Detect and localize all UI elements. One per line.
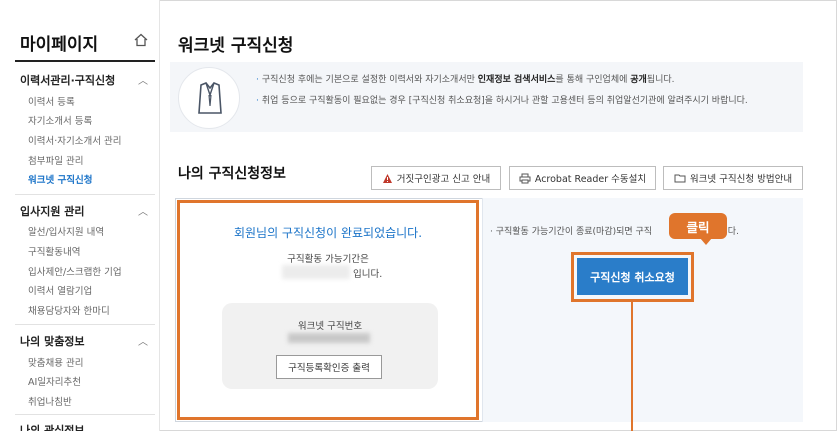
sidebar-section-apply[interactable]: 입사지원 관리 (20, 203, 85, 219)
sidebar: 마이페이지 이력서관리·구직신청 ︿ 이력서 등록 자기소개서 등록 이력서·자… (0, 0, 160, 431)
sidebar-item[interactable]: 알선/입사지원 내역 (28, 224, 104, 238)
sidebar-item[interactable]: 취업나침반 (28, 394, 72, 408)
sidebar-item[interactable]: 자기소개서 등록 (28, 113, 92, 127)
sidebar-item[interactable]: 맞춤채용 관리 (28, 355, 83, 369)
info-line-2: · 취업 등으로 구직활동이 필요없는 경우 [구직신청 취소요청]을 하시거나 … (256, 96, 748, 106)
sidebar-section-custom[interactable]: 나의 맞춤정보 (20, 333, 85, 349)
pointer-line (631, 302, 633, 431)
sidebar-item[interactable]: 채용담당자와 한마디 (28, 303, 110, 317)
sidebar-item-worknet-apply[interactable]: 워크넷 구직신청 (28, 172, 93, 186)
period-suffix: 입니다. (353, 269, 383, 280)
cancel-request-button[interactable]: 구직신청 취소요청 (577, 258, 688, 295)
sidebar-item[interactable]: 이력서·자기소개서 관리 (28, 133, 121, 147)
section-title: 나의 구직신청정보 (178, 166, 286, 182)
complete-message: 회원님의 구직신청이 완료되었습니다. (233, 226, 423, 240)
fake-ad-report-button[interactable]: 거짓구인광고 신고 안내 (371, 166, 501, 190)
number-label: 워크넷 구직번호 (297, 321, 363, 332)
blurred-period (282, 265, 350, 279)
sidebar-item[interactable]: 이력서 등록 (28, 94, 75, 108)
sidebar-title: 마이페이지 (20, 35, 99, 55)
shirt-icon (198, 82, 222, 114)
click-callout: 클릭 (669, 213, 727, 239)
page-title: 워크넷 구직신청 (178, 36, 294, 56)
chevron-up-icon[interactable]: ︿ (138, 72, 148, 87)
sidebar-divider (15, 414, 155, 415)
sidebar-section-resume[interactable]: 이력서관리·구직신청 (20, 72, 115, 88)
sidebar-item[interactable]: AI일자리추천 (28, 374, 81, 388)
home-icon[interactable] (134, 33, 148, 47)
sidebar-item[interactable]: 이력서 열람기업 (28, 283, 92, 297)
printer-icon (519, 173, 531, 183)
period-label: 구직활동 가능기간은 (287, 254, 369, 265)
folder-icon (674, 174, 686, 183)
info-line-1: · 구직신청 후에는 기본으로 설정한 이력서와 자기소개서만 인재정보 검색서비… (256, 75, 675, 85)
print-certificate-button[interactable]: 구직등록확인증 출력 (276, 355, 382, 379)
sidebar-title-underline (15, 60, 155, 62)
acrobat-install-button[interactable]: Acrobat Reader 수동설치 (509, 166, 656, 190)
sidebar-divider (15, 194, 155, 195)
blurred-number (288, 333, 370, 343)
chevron-up-icon[interactable]: ︿ (138, 333, 148, 348)
sidebar-divider (15, 324, 155, 325)
chevron-up-icon[interactable]: ︿ (138, 203, 148, 218)
sidebar-item[interactable]: 입사제안/스크랩한 기업 (28, 264, 122, 278)
apply-guide-button[interactable]: 워크넷 구직신청 방법안내 (663, 166, 803, 190)
alert-icon (382, 173, 392, 183)
sidebar-item[interactable]: 구직활동내역 (28, 244, 80, 258)
callout-tail (700, 238, 712, 245)
shirt-icon-circle (178, 67, 240, 129)
sidebar-section-interest[interactable]: 나의 관심정보 (20, 422, 85, 431)
sidebar-item[interactable]: 첨부파일 관리 (28, 153, 83, 167)
